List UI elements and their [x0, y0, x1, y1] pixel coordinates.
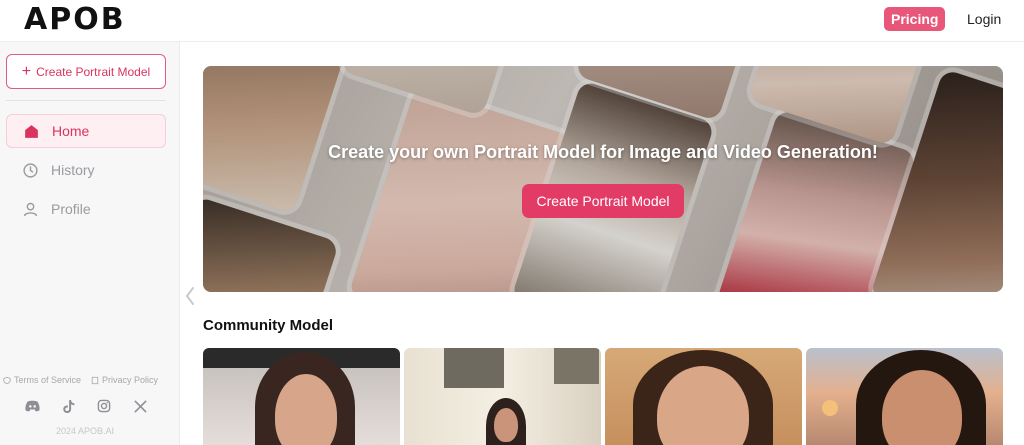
clock-icon — [21, 161, 39, 179]
copyright-text: 2024 APOB.AI — [56, 426, 115, 436]
sun-shape — [822, 400, 838, 416]
x-icon[interactable] — [132, 398, 148, 414]
svg-text:APOB: APOB — [24, 6, 126, 32]
instagram-icon[interactable] — [96, 398, 112, 414]
community-card[interactable] — [404, 348, 601, 445]
hero-create-portrait-model-button[interactable]: Create Portrait Model — [522, 184, 684, 218]
discord-icon[interactable] — [24, 398, 40, 414]
sidebar-footer-links: Terms of Service Privacy Policy — [0, 375, 180, 385]
sidebar-item-home[interactable]: Home — [6, 114, 166, 148]
apob-logo[interactable]: APOB — [24, 6, 150, 32]
hero-banner: Create your own Portrait Model for Image… — [203, 66, 1003, 292]
hero-overlay — [203, 66, 1003, 292]
chevron-left-icon[interactable] — [184, 286, 196, 306]
hero-title: Create your own Portrait Model for Image… — [328, 142, 878, 162]
wall-frame — [554, 348, 599, 384]
top-header: APOB Pricing Login — [0, 0, 1024, 42]
privacy-policy-label: Privacy Policy — [102, 375, 159, 385]
wall-frame — [444, 348, 504, 388]
document-icon — [91, 376, 99, 384]
sidebar-item-label: Profile — [51, 201, 91, 217]
sidebar: + Create Portrait Model Home History Pro… — [0, 42, 180, 445]
home-icon — [22, 122, 40, 140]
pricing-button[interactable]: Pricing — [884, 7, 946, 31]
social-links — [24, 398, 148, 414]
tiktok-icon[interactable] — [60, 398, 76, 414]
community-card[interactable] — [806, 348, 1003, 445]
terms-of-service-label: Terms of Service — [14, 375, 82, 385]
sidebar-divider — [6, 100, 166, 101]
sidebar-item-profile[interactable]: Profile — [6, 192, 166, 226]
sidebar-item-label: History — [51, 162, 95, 178]
community-model-title: Community Model — [203, 317, 333, 334]
portrait-face — [494, 408, 518, 442]
create-portrait-model-button[interactable]: + Create Portrait Model — [6, 54, 166, 89]
sidebar-item-label: Home — [52, 123, 90, 139]
community-model-grid — [203, 348, 1003, 445]
community-card[interactable] — [605, 348, 802, 445]
user-icon — [21, 200, 39, 218]
terms-of-service-link[interactable]: Terms of Service — [3, 375, 81, 385]
shield-icon — [3, 376, 11, 384]
create-portrait-model-label: Create Portrait Model — [36, 64, 151, 79]
sidebar-item-history[interactable]: History — [6, 153, 166, 187]
plus-icon: + — [21, 62, 32, 80]
login-link[interactable]: Login — [967, 9, 1001, 29]
privacy-policy-link[interactable]: Privacy Policy — [91, 375, 158, 385]
community-card[interactable] — [203, 348, 400, 445]
